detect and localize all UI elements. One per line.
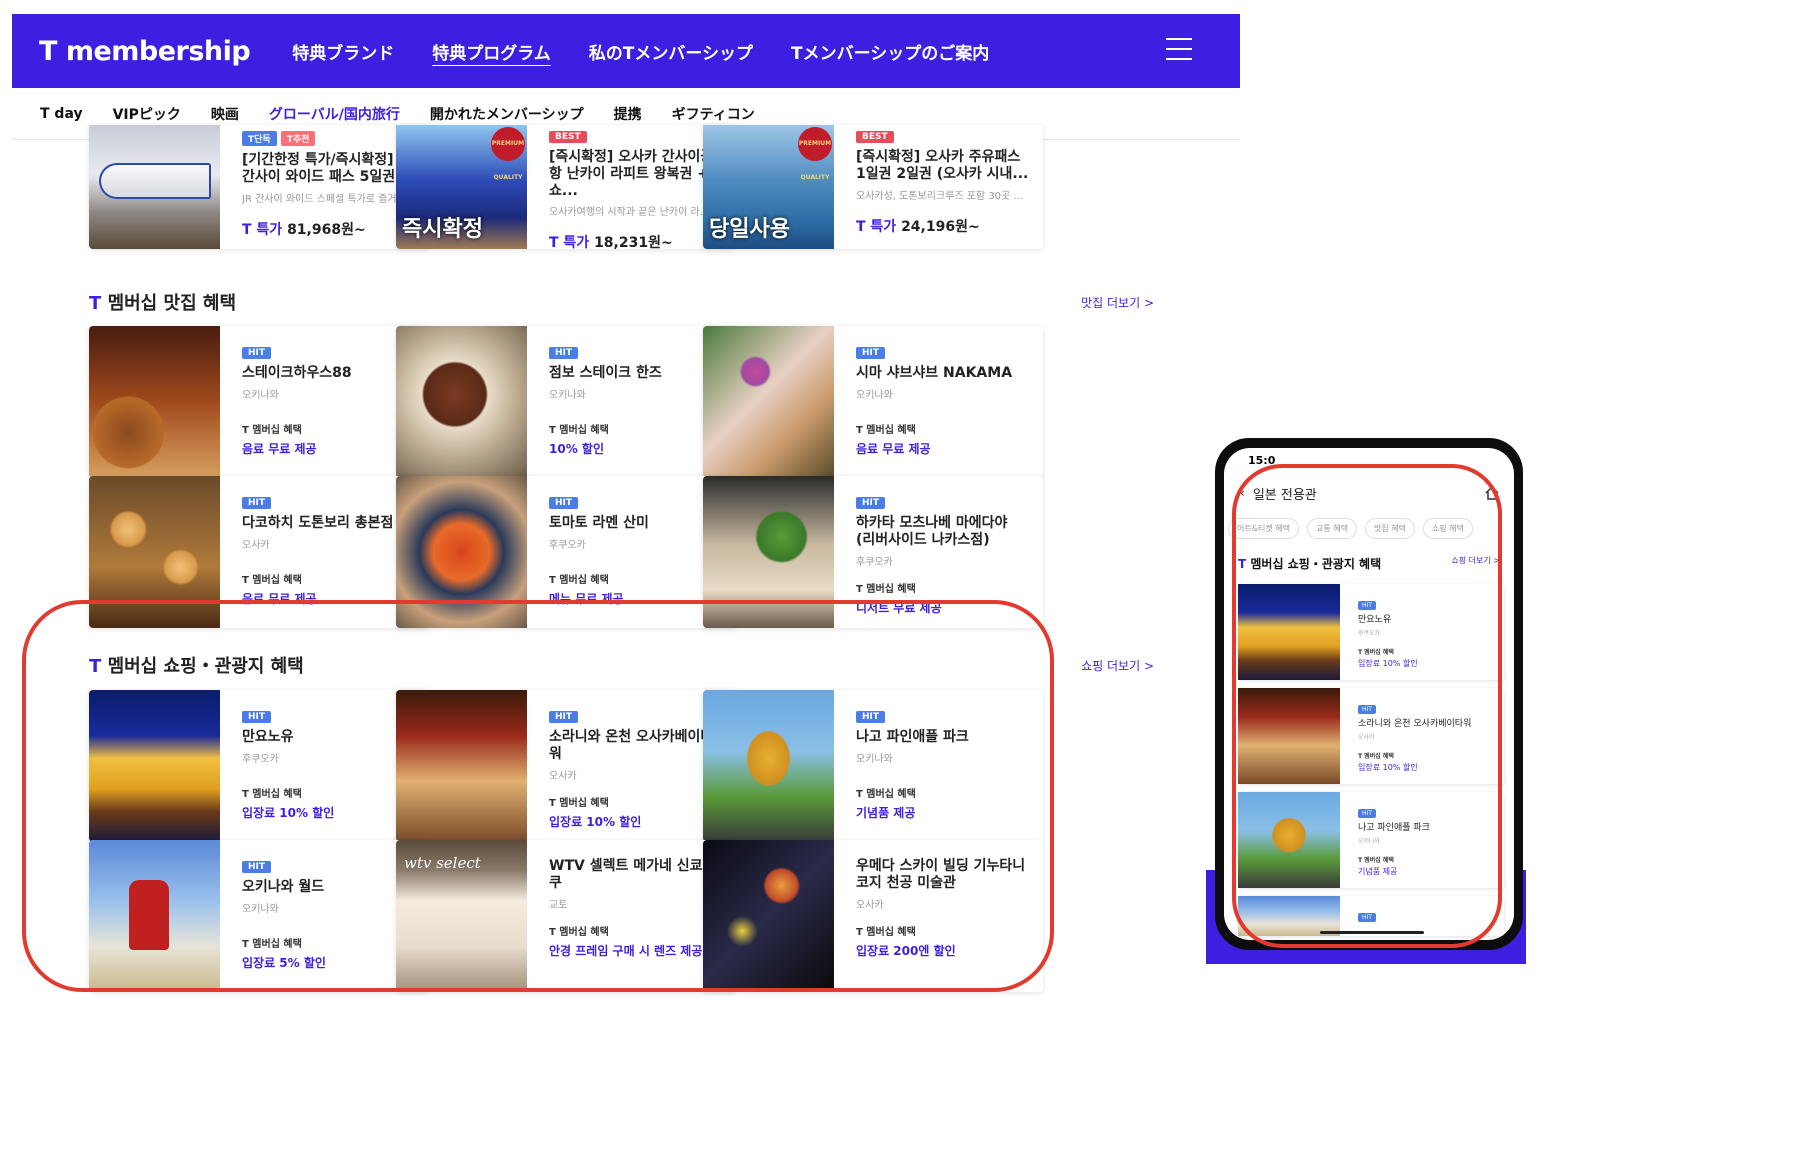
premium-quality-icon: PREMIUM QUALITY	[491, 127, 525, 181]
card-location: 오키나와	[856, 389, 893, 401]
card-location: 후쿠오카	[549, 539, 586, 551]
card-title: 점보 스테이크 한즈	[549, 365, 662, 381]
card-title: [즉시확정] 오사카 간사이공항 난카이 라피트 왕복권 + 쇼...	[549, 149, 714, 199]
travel-card[interactable]: T단독 T추천 [기간한정 특가/즉시확정] JR 간사이 와이드 패스 5일권…	[89, 125, 429, 249]
hit-badge: HIT	[549, 347, 579, 359]
train-photo	[89, 125, 220, 249]
card-title: 스테이크하우스88	[242, 365, 352, 381]
nav-item-programs[interactable]: 特典プログラム	[432, 39, 551, 64]
card-title: [즉시확정] 오사카 주유패스 1일권 2일권 (오사카 시내...	[856, 149, 1029, 182]
benefit-text: 음료 무료 제공	[242, 441, 317, 456]
restaurant-card[interactable]: HIT 점보 스테이크 한즈 오키나와 T 멤버십 혜택 10% 할인	[396, 326, 736, 478]
benefit-label: T 멤버십 혜택	[242, 424, 302, 436]
benefit-label: T 멤버십 혜택	[856, 424, 916, 436]
travel-card[interactable]: PREMIUM QUALITY 당일사용 BEST [즉시확정] 오사카 주유패…	[703, 125, 1043, 249]
hit-badge: HIT	[242, 347, 272, 359]
highlight-outline-desktop	[22, 600, 1054, 992]
card-location: 후쿠오카	[856, 556, 893, 568]
card-price: T 특가 18,231원~	[549, 235, 673, 249]
card-title: [기간한정 특가/즉시확정] JR 간사이 와이드 패스 5일권	[242, 152, 415, 185]
nav-item-brands[interactable]: 特典ブランド	[292, 39, 394, 64]
hamburger-menu-icon[interactable]	[1166, 38, 1192, 62]
subnav-item-open-membership[interactable]: 開かれたメンバーシップ	[430, 104, 584, 124]
restaurant-photo	[703, 326, 834, 478]
benefit-text: 음료 무료 제공	[856, 441, 931, 456]
card-title: 하카타 모츠나베 마에다야 (리버사이드 나카스점)	[856, 515, 1008, 548]
subnav-item-tday[interactable]: T day	[40, 106, 83, 122]
premium-quality-icon: PREMIUM QUALITY	[798, 127, 832, 181]
card-title: 다코하치 도톤보리 총본점	[242, 515, 394, 531]
shopping-more-link[interactable]: 쇼핑 더보기 >	[1081, 657, 1154, 674]
card-price: T 특가 81,968원~	[242, 221, 366, 238]
card-desc: JR 간사이 와이드 스페셜 특가로 즐거...	[242, 193, 407, 205]
best-badge: BEST	[549, 131, 587, 143]
exclusive-badge: T단독	[242, 131, 277, 146]
recommend-badge: T추천	[280, 131, 316, 146]
hit-badge: HIT	[549, 497, 579, 509]
nav-item-guide[interactable]: Tメンバーシップのご案内	[791, 39, 989, 64]
hit-badge: HIT	[856, 347, 886, 359]
card-location: 오사카	[242, 539, 270, 551]
benefit-label: T 멤버십 혜택	[856, 583, 916, 595]
card-location: 오키나와	[242, 389, 279, 401]
osaka-pass-photo: PREMIUM QUALITY 당일사용	[703, 125, 834, 249]
restaurant-card[interactable]: HIT 시마 샤브샤브 NAKAMA 오키나와 T 멤버십 혜택 음료 무료 제…	[703, 326, 1043, 478]
top-navigation-bar: T membership 特典ブランド 特典プログラム 私のTメンバーシップ T…	[12, 14, 1240, 88]
hit-badge: HIT	[242, 497, 272, 509]
subnav-item-gifticon[interactable]: ギフティコン	[672, 104, 755, 124]
main-nav: 特典ブランド 特典プログラム 私のTメンバーシップ Tメンバーシップのご案内	[292, 39, 989, 64]
benefit-label: T 멤버십 혜택	[242, 574, 302, 586]
card-title: 토마토 라멘 산미	[549, 515, 649, 531]
subnav-item-movie[interactable]: 映画	[211, 104, 239, 124]
best-badge: BEST	[856, 131, 894, 143]
thumb-caption: 즉시확정	[402, 217, 483, 242]
section-title: T 멤버십 맛집 혜택	[89, 293, 237, 314]
restaurant-photo	[396, 326, 527, 478]
restaurant-more-link[interactable]: 맛집 더보기 >	[1081, 294, 1154, 311]
card-desc: 오사카여행의 시작과 끝은 난카이 라...	[549, 207, 710, 219]
card-title: 시마 샤브샤브 NAKAMA	[856, 365, 1013, 381]
benefit-label: T 멤버십 혜택	[549, 574, 609, 586]
benefit-text: 10% 할인	[549, 441, 604, 456]
subnav-item-partnership[interactable]: 提携	[614, 104, 642, 124]
card-location: 오키나와	[549, 389, 586, 401]
travel-card[interactable]: PREMIUM QUALITY 즉시확정 BEST [즉시확정] 오사카 간사이…	[396, 125, 736, 249]
rapit-train-photo: PREMIUM QUALITY 즉시확정	[396, 125, 527, 249]
subnav-item-travel[interactable]: グローバル/国内旅行	[269, 104, 400, 124]
restaurant-photo	[89, 326, 220, 478]
nav-item-my-membership[interactable]: 私のTメンバーシップ	[589, 39, 753, 64]
card-price: T 특가 24,196원~	[856, 218, 980, 235]
benefit-label: T 멤버십 혜택	[549, 424, 609, 436]
restaurant-section-header: T 멤버십 맛집 혜택 맛집 더보기 >	[89, 289, 1154, 315]
restaurant-card[interactable]: HIT 스테이크하우스88 오키나와 T 멤버십 혜택 음료 무료 제공	[89, 326, 429, 478]
logo[interactable]: T membership	[39, 36, 251, 67]
highlight-outline-phone	[1232, 464, 1502, 948]
thumb-caption: 당일사용	[709, 217, 790, 242]
card-desc: 오사카성, 도톤보리크루즈 포함 30곳 ...	[856, 190, 1023, 202]
subnav-item-vip[interactable]: VIPピック	[113, 104, 181, 124]
hit-badge: HIT	[856, 497, 886, 509]
